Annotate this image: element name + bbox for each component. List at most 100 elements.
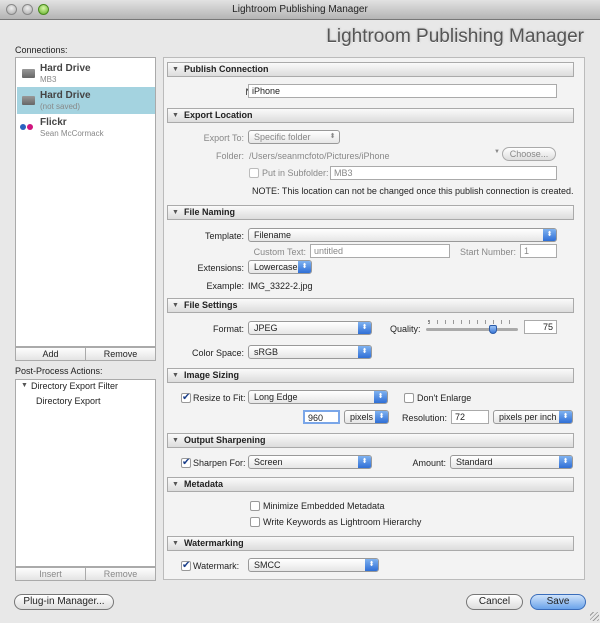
template-select[interactable]: Filename ⬍ [248,228,557,242]
title-bar: Lightroom Publishing Manager [0,0,600,20]
resize-grip-icon[interactable] [590,612,599,621]
remove-action-button[interactable]: Remove [86,568,155,580]
extensions-value: Lowercase [254,262,298,272]
connection-sub: Sean McCormack [40,129,104,138]
updown-arrow-icon: ⬍ [298,261,311,273]
section-image-sizing[interactable]: Image Sizing [167,368,574,383]
keywords-hierarchy-checkbox[interactable] [250,517,260,527]
custom-text-input[interactable]: untitled [310,244,450,258]
cancel-button[interactable]: Cancel [466,594,523,610]
sharpen-select[interactable]: Screen ⬍ [248,455,372,469]
template-value: Filename [254,230,292,240]
export-to-select[interactable]: Specific folder ⬍ [248,130,340,144]
subfolder-checkbox[interactable] [249,168,259,178]
quality-slider-thumb[interactable] [489,325,497,334]
connections-list: Hard Drive MB3 Hard Drive (not saved) Fl… [15,57,156,347]
window-title: Lightroom Publishing Manager [232,4,368,15]
updown-arrow-icon: ⬍ [358,322,371,334]
connection-item-flickr[interactable]: Flickr Sean McCormack [17,114,155,141]
color-space-select[interactable]: sRGB ⬍ [248,345,372,359]
quality-input[interactable]: 75 [524,320,557,334]
connections-label: Connections: [15,45,68,55]
plugin-manager-button[interactable]: Plug-in Manager... [14,594,114,610]
post-process-label: Post-Process Actions: [15,366,103,376]
updown-arrow-icon: ⬍ [543,229,556,241]
watermark-select[interactable]: SMCC ⬍ [248,558,379,572]
resize-value: Long Edge [254,392,298,402]
start-number-input[interactable]: 1 [520,244,557,258]
remove-connection-button[interactable]: Remove [86,348,155,360]
connection-sub: (not saved) [40,102,81,111]
keywords-hierarchy-label: Write Keywords as Lightroom Hierarchy [263,517,422,527]
post-process-item[interactable]: Directory Export [36,396,101,406]
post-process-list: ▼ Directory Export Filter Directory Expo… [15,379,156,567]
quality-slider[interactable] [426,320,518,334]
amount-label: Amount: [412,458,446,468]
color-space-label: Color Space: [191,348,244,358]
size-input[interactable]: 960 [303,410,340,424]
section-file-settings[interactable]: File Settings [167,298,574,313]
folder-icon [22,96,35,105]
format-select[interactable]: JPEG ⬍ [248,321,372,335]
save-button[interactable]: Save [530,594,586,610]
watermark-value: SMCC [254,560,281,570]
custom-text-label: Custom Text: [253,247,306,257]
example-value: IMG_3322-2.jpg [248,281,313,291]
insert-action-button[interactable]: Insert [16,568,86,580]
connection-item-hard-drive-not-saved[interactable]: Hard Drive (not saved) [17,87,155,114]
dialog-header: Lightroom Publishing Manager [326,26,584,47]
post-process-group[interactable]: Directory Export Filter [31,381,118,391]
template-label: Template: [204,231,244,241]
updown-arrow-icon: ⬍ [329,133,336,140]
updown-arrow-icon: ⬍ [358,456,371,468]
section-metadata[interactable]: Metadata [167,477,574,492]
dont-enlarge-checkbox[interactable] [404,393,414,403]
connection-item-hard-drive-mb3[interactable]: Hard Drive MB3 [17,60,155,87]
watermark-checkbox[interactable]: ✔ [181,561,191,571]
dropdown-arrow-icon[interactable]: ▼ [494,149,500,155]
updown-arrow-icon: ⬍ [374,391,387,403]
location-note: NOTE: This location can not be changed o… [252,186,574,196]
updown-arrow-icon: ⬍ [559,411,572,423]
dont-enlarge-label: Don't Enlarge [417,393,472,403]
connection-name: Flickr [40,117,67,128]
resolution-input[interactable]: 72 [451,410,489,424]
minimize-metadata-label: Minimize Embedded Metadata [263,501,385,511]
extensions-label: Extensions: [197,263,244,273]
minimize-window-button[interactable] [22,4,33,15]
resize-checkbox[interactable]: ✔ [181,393,191,403]
updown-arrow-icon: ⬍ [358,346,371,358]
amount-select[interactable]: Standard ⬍ [450,455,573,469]
choose-folder-button[interactable]: Choose... [502,147,556,161]
size-unit-select[interactable]: pixels ⬍ [344,410,389,424]
post-process-buttons: Insert Remove [15,567,156,581]
add-connection-button[interactable]: Add [16,348,86,360]
sharpen-checkbox[interactable]: ✔ [181,458,191,468]
connection-name: Hard Drive [40,90,91,101]
section-output-sharpening[interactable]: Output Sharpening [167,433,574,448]
extensions-select[interactable]: Lowercase ⬍ [248,260,312,274]
settings-panel: Publish Connection Name: iPhone Export L… [163,57,585,580]
minimize-metadata-checkbox[interactable] [250,501,260,511]
updown-arrow-icon: ⬍ [365,559,378,571]
name-input[interactable]: iPhone [248,84,557,98]
resize-select[interactable]: Long Edge ⬍ [248,390,388,404]
quality-label: Quality: [390,324,421,334]
sharpen-value: Screen [254,457,283,467]
resolution-unit-value: pixels per inch [499,412,557,422]
folder-path: /Users/seanmcfoto/Pictures/iPhone [249,151,390,161]
resolution-unit-select[interactable]: pixels per inch ⬍ [493,410,573,424]
section-publish-connection[interactable]: Publish Connection [167,62,574,77]
folder-label: Folder: [215,151,244,161]
disclosure-triangle-icon[interactable]: ▼ [21,382,28,389]
amount-value: Standard [456,457,493,467]
section-file-naming[interactable]: File Naming [167,205,574,220]
resolution-label: Resolution: [401,413,447,423]
watermark-label: Watermark: [193,561,240,571]
section-watermarking[interactable]: Watermarking [167,536,574,551]
close-window-button[interactable] [6,4,17,15]
connection-name: Hard Drive [40,63,91,74]
section-export-location[interactable]: Export Location [167,108,574,123]
zoom-window-button[interactable] [38,4,49,15]
subfolder-input[interactable]: MB3 [330,166,557,180]
